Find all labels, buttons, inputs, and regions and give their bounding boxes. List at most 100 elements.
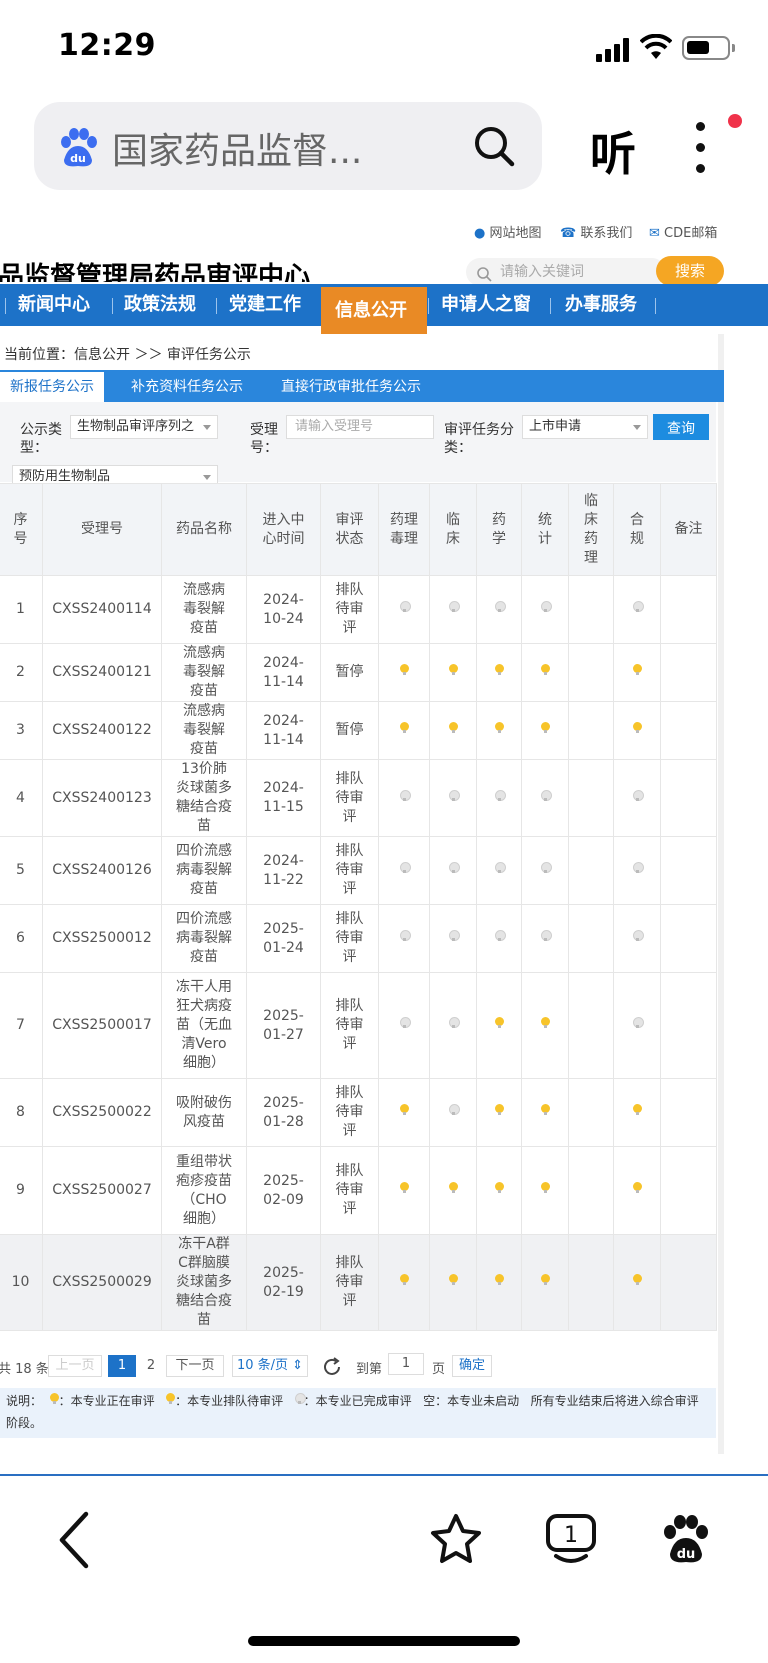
nav-item-news[interactable]: 新闻中心 — [18, 284, 90, 326]
cell-discipline-1 — [429, 904, 477, 973]
contact-link[interactable]: ☎ 联系我们 — [560, 222, 632, 241]
cell-remark — [660, 904, 717, 973]
table-row: 10 CXSS2500029 冻干A群C群脑膜炎球菌多糖结合疫苗 2025-02-19… — [0, 1234, 717, 1331]
cell-accept-no: CXSS2400122 — [42, 701, 162, 760]
cell-discipline-3 — [521, 643, 569, 702]
cell-discipline-5 — [613, 643, 661, 702]
cell-status: 排队待审评 — [320, 836, 379, 905]
keyword-search-input[interactable]: 请输入关键词 — [466, 258, 666, 286]
task-class-label: 审评任务分类： — [444, 422, 514, 456]
bulb-gray-icon — [540, 601, 552, 613]
cell-discipline-5 — [613, 904, 661, 973]
table-row: 6 CXSS2500012 四价流感病毒裂解疫苗 2025-01-24 排队待审评 — [0, 904, 717, 973]
bookmark-star-icon[interactable] — [428, 1512, 484, 1570]
bulb-gray-icon — [399, 1017, 411, 1029]
listen-button[interactable]: 听 — [590, 118, 636, 184]
back-icon[interactable] — [54, 1510, 94, 1574]
type-label: 公示类型： — [20, 422, 62, 456]
cell-discipline-0 — [378, 575, 430, 644]
nav-item-services[interactable]: 办事服务 — [565, 284, 637, 326]
page-2-button[interactable]: 2 — [138, 1355, 164, 1377]
phone-icon: ☎ — [560, 226, 577, 241]
cell-no: 9 — [0, 1146, 43, 1235]
bulb-gray-icon — [632, 862, 644, 874]
more-menu-icon[interactable] — [694, 122, 706, 174]
cell-discipline-1 — [429, 701, 477, 760]
nav-item-applicant[interactable]: 申请人之窗 — [441, 284, 531, 326]
tab-new-tasks[interactable]: 新报任务公示 — [0, 372, 104, 402]
tab-direct-approval-tasks[interactable]: 直接行政审批任务公示 — [281, 372, 421, 402]
cell-status: 排队待审评 — [320, 575, 379, 644]
bulb-yellow-icon — [540, 1182, 550, 1194]
nav-separator — [428, 298, 429, 314]
query-button[interactable]: 查询 — [653, 414, 709, 440]
col-header: 统计 — [521, 483, 569, 576]
cell-discipline-4 — [568, 972, 614, 1079]
cell-discipline-3 — [521, 836, 569, 905]
goto-confirm-button[interactable]: 确定 — [452, 1355, 492, 1377]
cell-drug-name: 吸附破伤风疫苗 — [161, 1078, 247, 1147]
site-search-button[interactable]: 搜索 — [656, 256, 724, 286]
cell-status: 排队待审评 — [320, 1078, 379, 1147]
bulb-yellow-icon — [448, 1182, 458, 1194]
cell-discipline-4 — [568, 1234, 614, 1331]
type-select[interactable]: 生物制品审评序列之 — [70, 415, 218, 439]
tab-supplement-tasks[interactable]: 补充资料任务公示 — [131, 372, 243, 402]
accept-no-input[interactable]: 请输入受理号 — [286, 415, 434, 439]
cell-drug-name: 冻干A群C群脑膜炎球菌多糖结合疫苗 — [161, 1234, 247, 1331]
col-header: 审评状态 — [320, 483, 379, 576]
search-icon[interactable] — [472, 124, 516, 168]
chevron-down-icon — [633, 425, 641, 430]
cell-discipline-5 — [613, 701, 661, 760]
bulb-gray-icon — [540, 930, 552, 942]
table-row: 7 CXSS2500017 冻干人用狂犬病疫苗（无血清Vero细胞） 2025-01-… — [0, 972, 717, 1079]
prev-page-button[interactable]: 上一页 — [48, 1355, 102, 1377]
task-class-select[interactable]: 上市申请 — [522, 415, 648, 439]
cell-discipline-1 — [429, 1234, 477, 1331]
cell-status: 暂停 — [320, 701, 379, 760]
total-count: 共 18 条 — [0, 1362, 49, 1377]
cell-discipline-1 — [429, 1078, 477, 1147]
bulb-yellow-icon — [632, 1104, 642, 1116]
cell-no: 7 — [0, 972, 43, 1079]
status-time: 12:29 — [58, 28, 156, 63]
bulb-gray-icon — [540, 789, 552, 802]
baidu-paw-icon[interactable]: du — [662, 1514, 710, 1570]
tabs-count-icon[interactable]: 1 — [544, 1512, 598, 1570]
sitemap-link[interactable]: ● 网站地图 — [474, 222, 542, 241]
bulb-yellow-icon — [540, 1017, 550, 1029]
bulb-gray-icon — [632, 601, 644, 613]
refresh-icon[interactable] — [321, 1356, 343, 1378]
cde-mail-link[interactable]: ✉ CDE邮箱 — [649, 222, 717, 241]
address-bar-title[interactable]: 国家药品监督... — [112, 122, 362, 174]
page-size-select[interactable]: 10 条/页 ⇕ — [232, 1355, 308, 1377]
cell-date: 2024-10-24 — [246, 575, 321, 644]
cell-remark — [660, 836, 717, 905]
bulb-gray-icon — [448, 862, 460, 874]
table-row: 2 CXSS2400121 流感病毒裂解疫苗 2024-11-14 暂停 — [0, 643, 717, 702]
bulb-yellow-icon — [540, 1104, 550, 1116]
goto-page-input[interactable]: 1 — [388, 1353, 424, 1375]
cell-discipline-1 — [429, 836, 477, 905]
cell-discipline-4 — [568, 836, 614, 905]
bulb-yellow-icon — [540, 664, 550, 676]
nav-item-party[interactable]: 党建工作 — [229, 284, 301, 326]
page-1-button[interactable]: 1 — [108, 1355, 136, 1377]
home-indicator — [248, 1636, 520, 1646]
bulb-yellow-icon — [540, 1274, 550, 1286]
cell-discipline-1 — [429, 643, 477, 702]
nav-separator — [655, 298, 656, 314]
bulb-gray-icon — [448, 1104, 460, 1116]
cell-discipline-0 — [378, 972, 430, 1079]
bulb-yellow-icon — [540, 722, 550, 734]
next-page-button[interactable]: 下一页 — [166, 1355, 224, 1377]
notification-dot — [728, 114, 742, 128]
table-header-row: 序号 受理号 药品名称 进入中心时间 审评状态 药理毒理 临床 药学 统计 临床… — [0, 483, 717, 576]
cell-drug-name: 流感病毒裂解疫苗 — [161, 575, 247, 644]
col-header: 药理毒理 — [378, 483, 430, 576]
wifi-icon — [639, 33, 673, 60]
nav-item-info[interactable]: 信息公开 — [335, 287, 407, 329]
nav-item-policy[interactable]: 政策法规 — [124, 284, 196, 326]
cell-accept-no: CXSS2500012 — [42, 904, 162, 973]
cell-drug-name: 四价流感病毒裂解疫苗 — [161, 836, 247, 905]
